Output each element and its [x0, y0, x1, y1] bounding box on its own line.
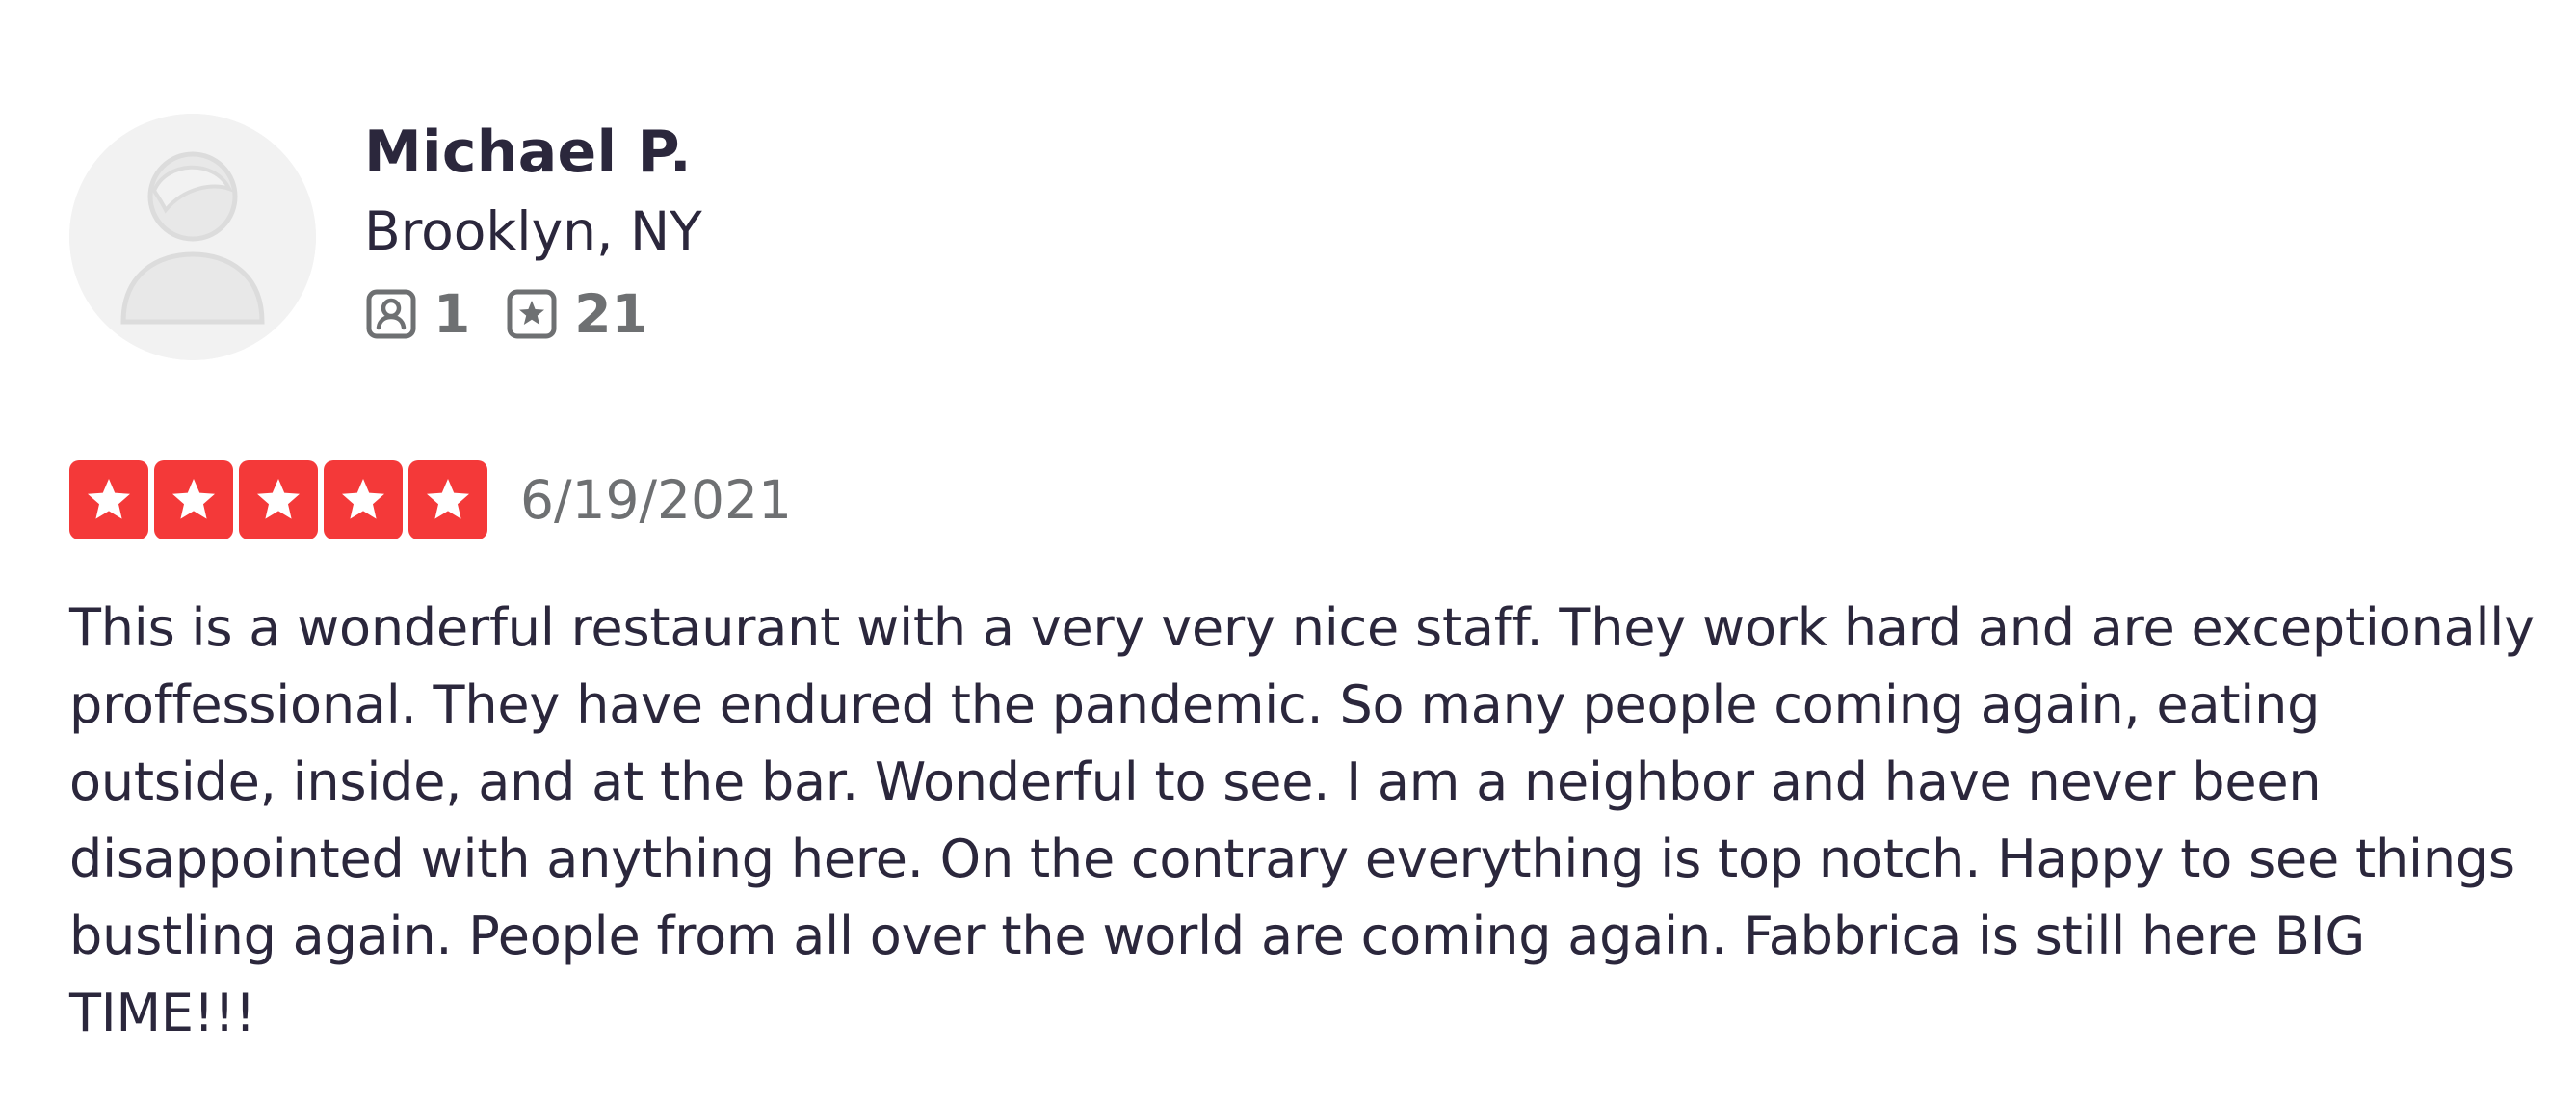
review-date: 6/19/2021: [520, 469, 793, 531]
friends-stat: 1: [364, 283, 470, 345]
star-icon: [154, 460, 233, 539]
default-avatar-icon: [69, 114, 316, 360]
star-icon: [408, 460, 487, 539]
avatar[interactable]: [69, 114, 316, 360]
reviews-icon: [505, 287, 559, 341]
review-card: Michael P. Brooklyn, NY 1 21 6/19/2021 T…: [69, 114, 2536, 1104]
reviews-stat: 21: [505, 283, 648, 345]
rating-row: 6/19/2021: [69, 460, 2536, 539]
user-stats: 1 21: [364, 276, 702, 353]
user-name[interactable]: Michael P.: [364, 114, 702, 191]
review-text: This is a wonderful restaurant with a ve…: [69, 597, 2535, 1043]
user-passport: Michael P. Brooklyn, NY 1 21: [69, 114, 2536, 360]
reviews-count: 21: [574, 283, 648, 345]
star-icon: [69, 460, 148, 539]
friends-icon: [364, 287, 418, 341]
user-location: Brooklyn, NY: [364, 200, 702, 262]
star-rating: [69, 460, 493, 539]
user-info: Michael P. Brooklyn, NY 1 21: [364, 114, 702, 353]
star-icon: [324, 460, 403, 539]
star-icon: [239, 460, 318, 539]
friends-count: 1: [434, 283, 471, 345]
